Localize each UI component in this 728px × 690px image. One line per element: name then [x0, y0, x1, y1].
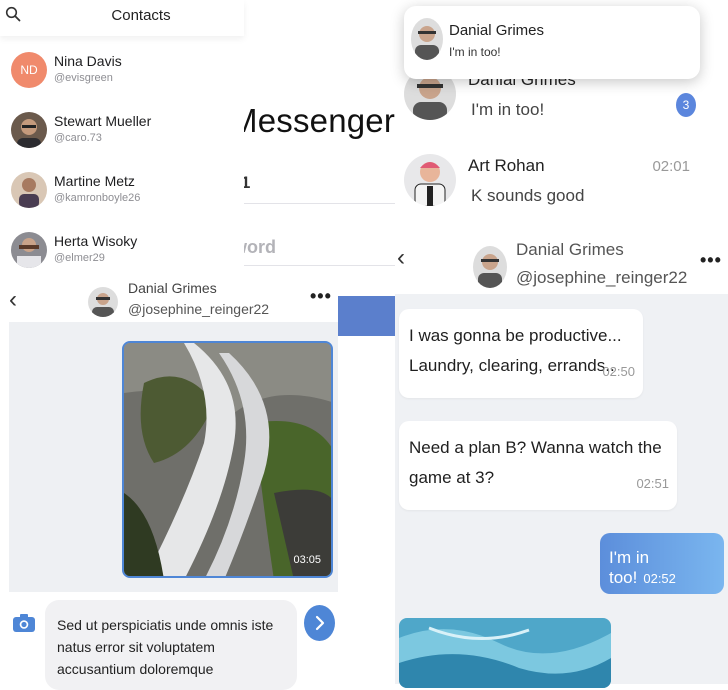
- avatar: [11, 172, 47, 208]
- notification-sender: Danial Grimes: [449, 22, 545, 39]
- contact-handle: @elmer29: [54, 252, 105, 264]
- message-text: I was gonna be productive... Laundry, cl…: [409, 326, 622, 375]
- contact-item[interactable]: Herta Wisoky @elmer29: [0, 224, 244, 284]
- contact-handle: @kamronboyle26: [54, 192, 141, 204]
- contact-item[interactable]: Stewart Mueller @caro.73: [0, 104, 244, 164]
- contact-name: Herta Wisoky: [54, 233, 138, 249]
- incoming-message[interactable]: I was gonna be productive... Laundry, cl…: [399, 309, 643, 398]
- contact-name: Stewart Mueller: [54, 113, 152, 129]
- message-time: 02:50: [602, 364, 635, 379]
- avatar: [404, 154, 456, 206]
- avatar: [473, 246, 507, 288]
- chat-contact-handle: @josephine_reinger22: [516, 268, 688, 287]
- conversation-preview: I'm in too!: [471, 100, 545, 119]
- photo-message[interactable]: 03:05: [122, 341, 333, 578]
- waterfall-image: [124, 343, 331, 576]
- ocean-image: [399, 618, 611, 688]
- more-options-icon[interactable]: •••: [310, 286, 332, 307]
- chevron-right-icon: [315, 615, 325, 631]
- unread-badge: 3: [676, 93, 696, 117]
- contacts-header: Contacts: [0, 0, 244, 36]
- avatar: [11, 112, 47, 148]
- message-input[interactable]: Sed ut perspiciatis unde omnis iste natu…: [45, 600, 297, 690]
- contacts-panel: Contacts ND Nina Davis @evisgreen Stewar…: [0, 0, 244, 282]
- incoming-message[interactable]: Need a plan B? Wanna watch the game at 3…: [399, 421, 677, 510]
- back-icon[interactable]: ‹: [9, 286, 17, 314]
- chat-contact-name: Danial Grimes: [128, 280, 217, 296]
- chat-contact-handle: @josephine_reinger22: [128, 301, 270, 317]
- notification-message: I'm in too!: [449, 45, 501, 59]
- camera-icon[interactable]: [12, 613, 36, 633]
- avatar: ND: [11, 52, 47, 88]
- chat-header: ‹ Danial Grimes @josephine_reinger22 •••: [0, 280, 338, 322]
- message-notification[interactable]: Danial Grimes I'm in too!: [404, 6, 700, 79]
- contact-name: Martine Metz: [54, 173, 135, 189]
- avatar: [88, 287, 118, 317]
- app-title: Messenger: [230, 102, 396, 139]
- photo-timestamp: 03:05: [293, 554, 321, 566]
- more-options-icon[interactable]: •••: [700, 250, 722, 271]
- conversation-time: 02:01: [652, 158, 690, 175]
- chat-panel-right: ‹ Danial Grimes @josephine_reinger22 •••…: [395, 236, 728, 688]
- photo-message[interactable]: [399, 618, 611, 688]
- message-time: 02:51: [636, 476, 669, 491]
- contacts-title: Contacts: [111, 7, 171, 24]
- conversation-item[interactable]: Art Rohan K sounds good 02:01: [395, 150, 728, 226]
- contact-item[interactable]: ND Nina Davis @evisgreen: [0, 44, 244, 104]
- conversation-name: Art Rohan: [468, 156, 545, 175]
- outgoing-message[interactable]: I'm in too! 02:52: [600, 533, 724, 594]
- back-icon[interactable]: ‹: [397, 244, 405, 272]
- contact-handle: @evisgreen: [54, 72, 113, 84]
- message-time: 02:52: [643, 571, 676, 586]
- send-button[interactable]: [304, 605, 335, 641]
- chat-header: ‹ Danial Grimes @josephine_reinger22 •••: [395, 236, 728, 294]
- avatar: [11, 232, 47, 268]
- contact-item[interactable]: Martine Metz @kamronboyle26: [0, 164, 244, 224]
- message-text: Need a plan B? Wanna watch the game at 3…: [409, 438, 662, 487]
- contact-handle: @caro.73: [54, 132, 102, 144]
- contact-name: Nina Davis: [54, 53, 122, 69]
- conversation-preview: K sounds good: [471, 186, 585, 205]
- avatar: [411, 18, 443, 60]
- chat-contact-name: Danial Grimes: [516, 240, 624, 259]
